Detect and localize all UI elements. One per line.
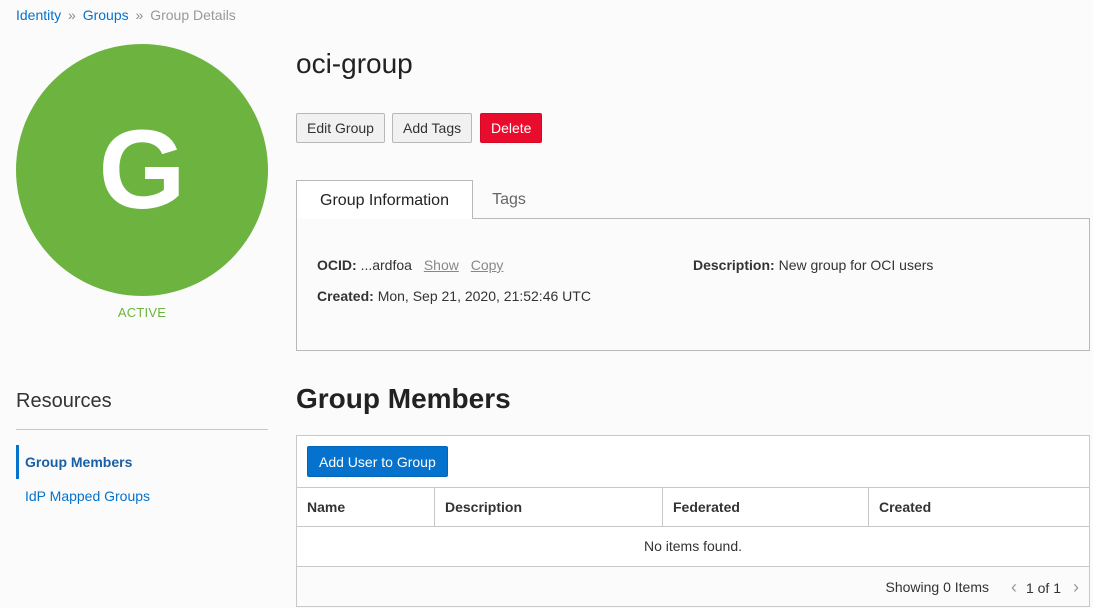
ocid-row: OCID: ...ardfoa Show Copy (317, 257, 503, 273)
edit-group-button[interactable]: Edit Group (296, 113, 385, 143)
breadcrumb-separator: » (68, 7, 76, 23)
group-members-table: Add User to Group Name Description Feder… (296, 435, 1090, 607)
table-header: Name Description Federated Created (297, 487, 1089, 527)
column-header-name[interactable]: Name (297, 488, 435, 526)
description-label: Description: (693, 257, 775, 273)
avatar-letter: G (98, 107, 186, 232)
breadcrumb-groups[interactable]: Groups (83, 7, 129, 23)
breadcrumb-current: Group Details (150, 7, 236, 23)
copy-ocid-link[interactable]: Copy (471, 257, 504, 273)
group-members-heading: Group Members (296, 383, 511, 414)
empty-state-message: No items found. (297, 527, 1089, 567)
breadcrumb-separator: » (135, 7, 144, 23)
ocid-label: OCID: (317, 257, 357, 273)
created-value: Mon, Sep 21, 2020, 21:52:46 UTC (377, 288, 591, 304)
items-count: Showing 0 Items (885, 579, 990, 595)
created-row: Created: Mon, Sep 21, 2020, 21:52:46 UTC (317, 288, 591, 304)
add-user-to-group-button[interactable]: Add User to Group (307, 446, 448, 477)
page-indicator: 1 of 1 (1025, 580, 1061, 596)
created-label: Created: (317, 288, 374, 304)
ocid-value: ...ardfoa (360, 257, 412, 273)
delete-button[interactable]: Delete (480, 113, 543, 143)
breadcrumb-identity[interactable]: Identity (16, 7, 61, 23)
resources-divider (16, 429, 268, 430)
column-header-description[interactable]: Description (435, 488, 663, 526)
tab-group-information[interactable]: Group Information (296, 180, 473, 219)
column-header-federated[interactable]: Federated (663, 488, 869, 526)
description-row: Description: New group for OCI users (693, 257, 933, 273)
description-value: New group for OCI users (778, 257, 934, 273)
add-tags-button[interactable]: Add Tags (392, 113, 473, 143)
sidebar-item-idp-mapped-groups[interactable]: IdP Mapped Groups (16, 479, 268, 513)
show-ocid-link[interactable]: Show (424, 257, 459, 273)
tab-tags[interactable]: Tags (473, 180, 545, 220)
breadcrumb: Identity » Groups » Group Details (16, 7, 236, 23)
resources-heading: Resources (16, 390, 112, 412)
chevron-left-icon[interactable]: ‹ (1011, 578, 1017, 596)
chevron-right-icon[interactable]: › (1073, 578, 1079, 596)
sidebar-item-group-members[interactable]: Group Members (16, 445, 268, 479)
table-footer: Showing 0 Items ‹ 1 of 1 › (297, 567, 1089, 606)
group-avatar: G (16, 44, 268, 296)
page-title: oci-group (296, 48, 413, 79)
status-badge: ACTIVE (117, 305, 167, 320)
group-information-panel: OCID: ...ardfoa Show Copy Created: Mon, … (296, 218, 1090, 351)
column-header-created[interactable]: Created (869, 488, 1089, 526)
group-details-page: Identity » Groups » Group Details G ACTI… (0, 0, 1093, 608)
